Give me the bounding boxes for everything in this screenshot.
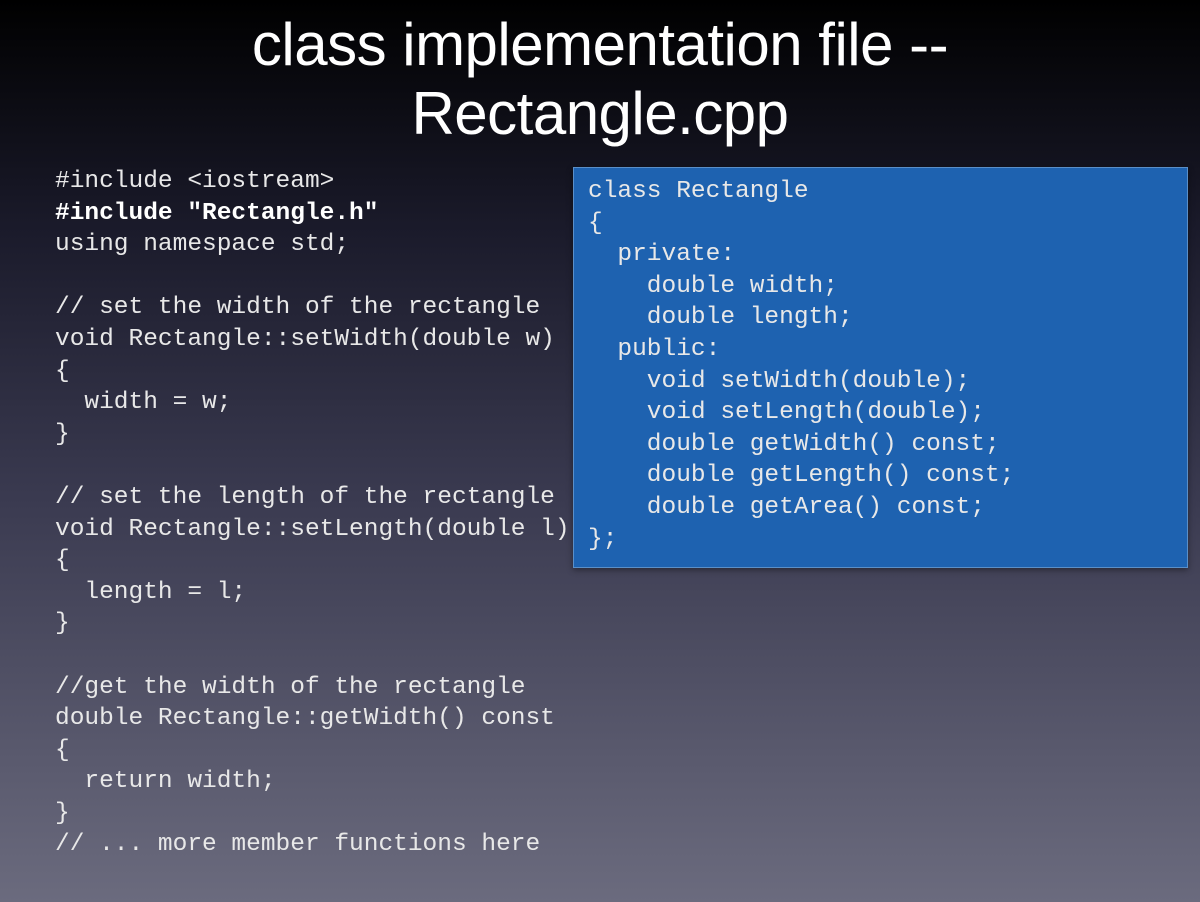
code-line: void Rectangle::setWidth(double w): [55, 326, 555, 353]
code-line: }: [55, 800, 70, 827]
code-line: using namespace std;: [55, 231, 349, 258]
code-line: #include <iostream>: [55, 168, 334, 195]
slide-title: class implementation file --Rectangle.cp…: [0, 0, 1200, 148]
code-line: {: [55, 547, 70, 574]
code-line: //get the width of the rectangle: [55, 674, 525, 701]
code-line: // set the width of the rectangle: [55, 294, 540, 321]
code-line: }: [55, 421, 70, 448]
code-line: void Rectangle::setLength(double l): [55, 516, 570, 543]
code-line: length = l;: [55, 579, 246, 606]
code-line: // set the length of the rectangle: [55, 484, 555, 511]
code-line: }: [55, 610, 70, 637]
code-line: double Rectangle::getWidth() const: [55, 705, 555, 732]
code-line-bold: #include "Rectangle.h": [55, 200, 378, 227]
code-line: // ... more member functions here: [55, 831, 540, 858]
code-line: {: [55, 358, 70, 385]
code-line: width = w;: [55, 389, 231, 416]
header-code-box: class Rectangle { private: double width;…: [573, 167, 1188, 568]
code-line: {: [55, 737, 70, 764]
code-line: return width;: [55, 768, 276, 795]
